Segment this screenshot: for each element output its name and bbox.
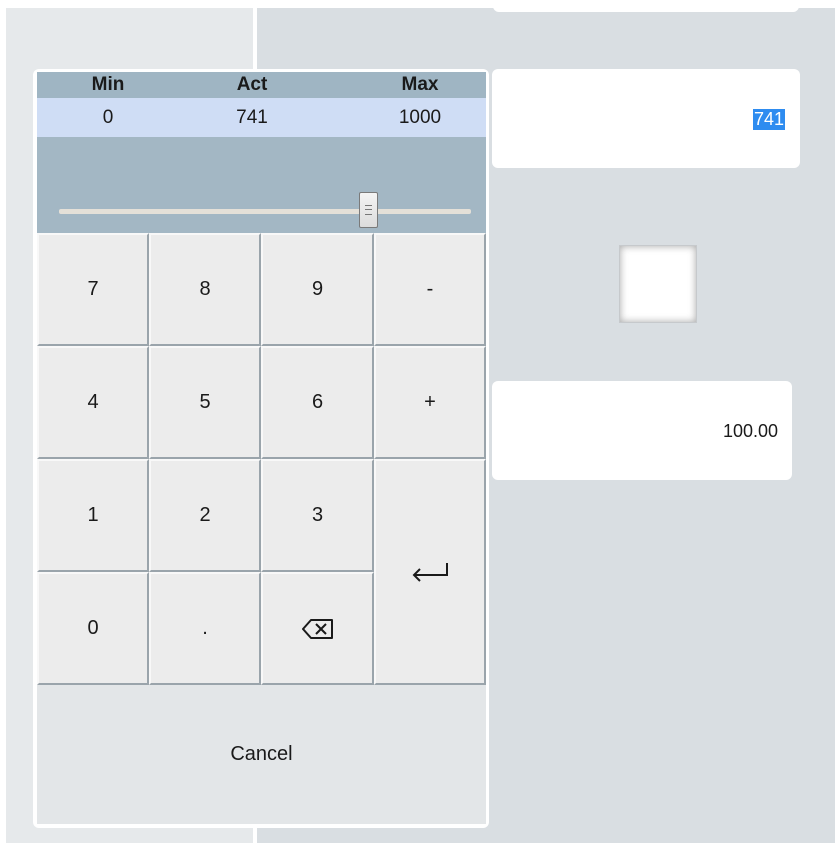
- slider-area: [37, 137, 486, 233]
- key-7[interactable]: 7: [37, 233, 149, 346]
- act-value: 741: [236, 107, 268, 128]
- key-5[interactable]: 5: [149, 346, 261, 459]
- active-value-field[interactable]: 741: [492, 69, 800, 168]
- key-6[interactable]: 6: [261, 346, 374, 459]
- selected-value-text: 741: [752, 109, 785, 130]
- key-plus[interactable]: +: [374, 346, 486, 459]
- numeric-keypad-popup: Min Act Max 0 741 1000 7 8 9 - 4 5 6 + 1…: [33, 69, 489, 828]
- slider-track[interactable]: [59, 209, 471, 214]
- backspace-icon: [301, 618, 334, 640]
- enter-return-icon: [410, 561, 450, 583]
- checkbox[interactable]: [619, 245, 697, 323]
- slider-thumb[interactable]: [358, 192, 378, 228]
- enter-button[interactable]: [374, 459, 486, 685]
- max-value: 1000: [398, 107, 442, 128]
- numeric-value-text: 100.00: [722, 421, 778, 441]
- key-0[interactable]: 0: [37, 572, 149, 685]
- screen: 741 100.00 Min Act Max 0 741 1000 7 8 9 …: [0, 0, 835, 843]
- key-2[interactable]: 2: [149, 459, 261, 572]
- min-label: Min: [91, 74, 125, 95]
- key-9[interactable]: 9: [261, 233, 374, 346]
- top-card-edge: [493, 0, 799, 12]
- key-3[interactable]: 3: [261, 459, 374, 572]
- key-decimal-point[interactable]: .: [149, 572, 261, 685]
- numeric-value-field[interactable]: 100.00: [492, 381, 792, 480]
- keypad-popup-content: Min Act Max 0 741 1000 7 8 9 - 4 5 6 + 1…: [37, 72, 486, 824]
- key-4[interactable]: 4: [37, 346, 149, 459]
- range-header-row: Min Act Max: [37, 72, 486, 98]
- max-label: Max: [401, 74, 439, 95]
- key-1[interactable]: 1: [37, 459, 149, 572]
- key-8[interactable]: 8: [149, 233, 261, 346]
- act-label: Act: [236, 74, 268, 95]
- min-value: 0: [102, 107, 114, 128]
- key-minus[interactable]: -: [374, 233, 486, 346]
- keypad-grid: 7 8 9 - 4 5 6 + 1 2 3 0 . Cancel: [37, 233, 486, 824]
- backspace-button[interactable]: [261, 572, 374, 685]
- grip-icon: [364, 205, 372, 215]
- cancel-button[interactable]: Cancel: [37, 685, 486, 824]
- range-values-row: 0 741 1000: [37, 98, 486, 137]
